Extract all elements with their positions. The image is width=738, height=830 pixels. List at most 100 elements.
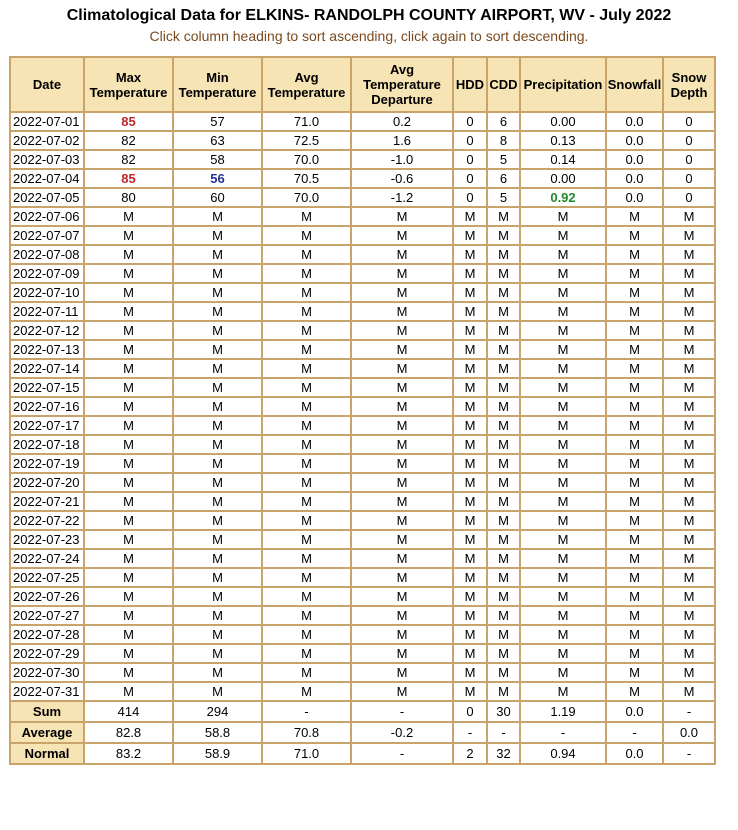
table-row: 2022-07-24 M M M M M M M M M — [9, 548, 716, 569]
cell-avg-temperature-departure: M — [350, 643, 454, 664]
climate-data-table: Date Max Temperature Min Temperature Avg Tempe… — [9, 56, 716, 765]
column-header-avg-temperature[interactable]: Avg Temperature — [261, 56, 352, 113]
cell-cdd: M — [486, 548, 521, 569]
cell-max-temperature: M — [83, 244, 174, 265]
cell-hdd: M — [452, 377, 488, 398]
cell-snowfall: M — [605, 339, 664, 360]
cell-snow-depth: M — [662, 396, 716, 417]
cell-date: 2022-07-18 — [9, 434, 85, 455]
cell-date: 2022-07-06 — [9, 206, 85, 227]
cell-min-temperature: M — [172, 263, 263, 284]
cell-snowfall: M — [605, 453, 664, 474]
cell-cdd: M — [486, 472, 521, 493]
column-header-hdd[interactable]: HDD — [452, 56, 488, 113]
table-row: 2022-07-09 M M M M M M M M M — [9, 263, 716, 284]
cell-min-temperature: M — [172, 358, 263, 379]
column-header-snowfall[interactable]: Snowfall — [605, 56, 664, 113]
cell-date: 2022-07-11 — [9, 301, 85, 322]
cell-snow-depth: M — [662, 548, 716, 569]
cell-avg-temperature: 70.0 — [261, 149, 352, 170]
cell-hdd: M — [452, 662, 488, 683]
cell-snow-depth: 0 — [662, 149, 716, 170]
table-row: 2022-07-31 M M M M M M M M M — [9, 681, 716, 702]
cell-max-temperature: M — [83, 415, 174, 436]
cell-max-temperature: M — [83, 586, 174, 607]
cell-hdd: M — [452, 567, 488, 588]
cell-precipitation: M — [519, 434, 607, 455]
column-header-avg-temperature-departure[interactable]: Avg Temperature Departure — [350, 56, 454, 113]
column-header-precipitation[interactable]: Precipitation — [519, 56, 607, 113]
column-header-date[interactable]: Date — [9, 56, 85, 113]
cell-precipitation: M — [519, 415, 607, 436]
column-header-line: Temperature — [178, 84, 257, 100]
cell-avg-temperature: M — [261, 567, 352, 588]
cell-avg-temperature: M — [261, 491, 352, 512]
table-row: 2022-07-27 M M M M M M M M M — [9, 605, 716, 626]
cell-avg-temperature: M — [261, 681, 352, 702]
cell-date: 2022-07-17 — [9, 415, 85, 436]
cell-hdd: M — [452, 206, 488, 227]
cell-snowfall: M — [605, 491, 664, 512]
cell-min-temperature: M — [172, 320, 263, 341]
cell-avg-temperature-departure: M — [350, 624, 454, 645]
cell-avg-temperature: M — [261, 263, 352, 284]
cell-avg-temperature: M — [261, 396, 352, 417]
cell-precipitation: M — [519, 510, 607, 531]
cell-min-temperature: 60 — [172, 187, 263, 208]
cell-precipitation: 0.00 — [519, 111, 607, 132]
cell-cdd: M — [486, 662, 521, 683]
cell-date: 2022-07-05 — [9, 187, 85, 208]
cell-max-temperature: M — [83, 681, 174, 702]
cell-avg-temperature: 70.0 — [261, 187, 352, 208]
cell-min-temperature: M — [172, 586, 263, 607]
cell-min-temperature: M — [172, 605, 263, 626]
cell-snowfall: M — [605, 244, 664, 265]
cell-snowfall: M — [605, 263, 664, 284]
cell-snow-depth: 0 — [662, 187, 716, 208]
cell-avg-temperature-departure: M — [350, 491, 454, 512]
cell-max-temperature: M — [83, 206, 174, 227]
table-row: 2022-07-28 M M M M M M M M M — [9, 624, 716, 645]
cell-min-temperature: M — [172, 282, 263, 303]
cell-avg-temperature-departure: M — [350, 377, 454, 398]
column-header-cdd[interactable]: CDD — [486, 56, 521, 113]
column-header-snow-depth[interactable]: Snow Depth — [662, 56, 716, 113]
cell-date: 2022-07-28 — [9, 624, 85, 645]
summary-label: Average — [9, 721, 85, 744]
cell-hdd: 0 — [452, 187, 488, 208]
cell-cdd: M — [486, 681, 521, 702]
cell-precipitation: 0.92 — [519, 187, 607, 208]
cell-avg-temperature: M — [261, 377, 352, 398]
cell-min-temperature: M — [172, 643, 263, 664]
column-header-max-temperature[interactable]: Max Temperature — [83, 56, 174, 113]
cell-min-temperature: M — [172, 301, 263, 322]
cell-date: 2022-07-01 — [9, 111, 85, 132]
summary-cell-snowfall: 0.0 — [605, 742, 664, 765]
cell-date: 2022-07-19 — [9, 453, 85, 474]
cell-avg-temperature: M — [261, 358, 352, 379]
cell-cdd: M — [486, 453, 521, 474]
cell-precipitation: M — [519, 453, 607, 474]
cell-snowfall: M — [605, 472, 664, 493]
cell-snowfall: M — [605, 415, 664, 436]
cell-avg-temperature: 70.5 — [261, 168, 352, 189]
cell-avg-temperature: M — [261, 415, 352, 436]
cell-avg-temperature-departure: M — [350, 206, 454, 227]
cell-avg-temperature: M — [261, 225, 352, 246]
cell-max-temperature: M — [83, 358, 174, 379]
cell-max-temperature: M — [83, 529, 174, 550]
column-header-min-temperature[interactable]: Min Temperature — [172, 56, 263, 113]
cell-date: 2022-07-13 — [9, 339, 85, 360]
cell-date: 2022-07-31 — [9, 681, 85, 702]
summary-cell-cdd: - — [486, 721, 521, 744]
cell-snow-depth: M — [662, 206, 716, 227]
cell-avg-temperature-departure: M — [350, 339, 454, 360]
cell-avg-temperature-departure: M — [350, 567, 454, 588]
cell-precipitation: M — [519, 282, 607, 303]
cell-snow-depth: M — [662, 472, 716, 493]
cell-hdd: M — [452, 244, 488, 265]
cell-snow-depth: M — [662, 529, 716, 550]
cell-cdd: M — [486, 510, 521, 531]
table-row: 2022-07-26 M M M M M M M M M — [9, 586, 716, 607]
summary-cell-snowfall: - — [605, 721, 664, 744]
